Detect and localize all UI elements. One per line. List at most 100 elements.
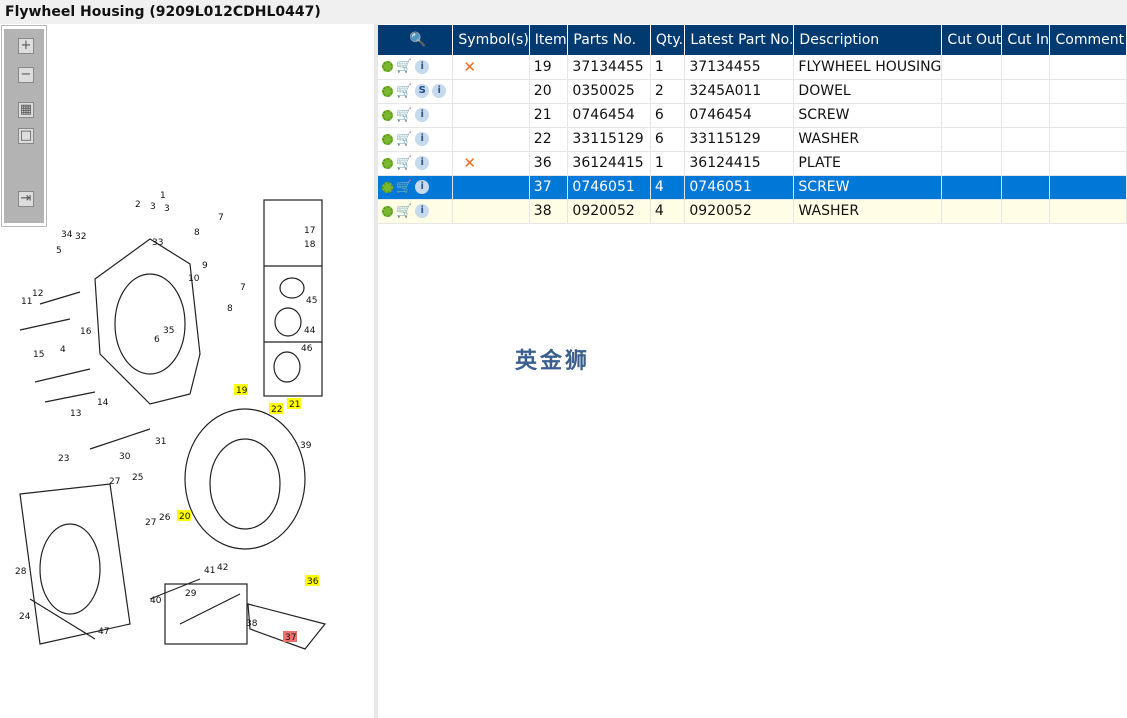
callout-1[interactable]: 1 [160,191,166,201]
callout-28[interactable]: 28 [15,567,27,577]
export-button[interactable]: ⇥ [18,191,34,207]
callout-5[interactable]: 5 [56,246,62,256]
callout-32[interactable]: 32 [75,232,86,242]
callout-34[interactable]: 34 [61,230,73,240]
callout-21[interactable]: 21 [289,400,300,410]
callout-25[interactable]: 25 [132,473,143,483]
column-header[interactable]: Symbol(s) [452,25,530,55]
callout-40[interactable]: 40 [150,596,162,606]
column-header[interactable]: Item [529,25,569,55]
callout-3[interactable]: 3 [164,204,170,214]
callout-12[interactable]: 12 [32,289,43,299]
column-header[interactable]: Cut In [1001,25,1051,55]
info-icon[interactable]: i [415,204,430,218]
callout-19[interactable]: 19 [236,386,248,396]
callout-9[interactable]: 9 [202,261,208,271]
callout-24[interactable]: 24 [19,612,31,622]
search-icon[interactable]: 🔍 [409,32,426,48]
zoom-out-button[interactable]: − [18,67,34,83]
callout-17[interactable]: 17 [304,226,315,236]
callout-38[interactable]: 38 [246,619,258,629]
callout-31[interactable]: 31 [155,437,166,447]
info-icon[interactable]: i [415,59,430,74]
fit-view-button[interactable]: ▦ [18,102,34,118]
callout-6[interactable]: 6 [154,335,160,345]
callout-13[interactable]: 13 [70,409,81,419]
table-row[interactable]: 🛒 i ✕ 36 36124415 1 36124415 PLATE [378,151,1127,176]
gear-icon[interactable] [382,157,393,169]
cart-icon[interactable]: 🛒 [396,204,412,219]
table-row[interactable]: 🛒 i 21 0746454 6 0746454 SCREW [378,103,1127,128]
cart-icon[interactable]: 🛒 [396,132,412,147]
callout-46[interactable]: 46 [301,344,313,354]
callout-18[interactable]: 18 [304,240,316,250]
supersession-icon[interactable]: S [415,84,430,98]
callout-15[interactable]: 15 [33,350,44,360]
callout-29[interactable]: 29 [185,589,197,599]
callout-45[interactable]: 45 [306,296,317,306]
callout-4[interactable]: 4 [60,345,66,355]
callout-37[interactable]: 37 [285,633,296,643]
callout-30[interactable]: 30 [119,452,131,462]
column-header[interactable]: Qty. [650,25,686,55]
gear-icon[interactable] [382,181,393,193]
callout-36[interactable]: 36 [307,577,319,587]
column-header-search[interactable]: 🔍 [378,25,454,55]
info-icon[interactable]: i [415,156,430,170]
callout-8[interactable]: 8 [194,228,200,238]
info-icon[interactable]: i [432,84,447,98]
gear-icon[interactable] [382,109,393,121]
table-row[interactable]: 🛒 Si 20 0350025 2 3245A011 DOWEL [378,79,1127,104]
table-row[interactable]: 🛒 i 37 0746051 4 0746051 SCREW [378,175,1127,200]
callout-26[interactable]: 26 [159,513,171,523]
gear-icon[interactable] [382,205,393,217]
callout-27[interactable]: 27 [109,477,120,487]
cart-icon[interactable]: 🛒 [396,59,412,74]
info-icon[interactable]: i [415,132,430,146]
callout-39[interactable]: 39 [300,441,312,451]
table-row[interactable]: 🛒 i 22 33115129 6 33115129 WASHER [378,127,1127,152]
cart-icon[interactable]: 🛒 [396,108,412,123]
callout-33[interactable]: 33 [152,238,163,248]
callout-3[interactable]: 3 [150,202,156,212]
callout-8[interactable]: 8 [227,304,233,314]
table-row[interactable]: 🛒 i ✕ 19 37134455 1 37134455 FLYWHEEL HOUSING [378,55,1127,80]
callout-2[interactable]: 2 [135,200,141,210]
gear-icon[interactable] [382,85,393,97]
callout-14[interactable]: 14 [97,398,109,408]
zoom-in-button[interactable]: + [18,38,34,54]
callout-35[interactable]: 35 [163,326,174,336]
callout-23[interactable]: 23 [58,454,69,464]
callout-44[interactable]: 44 [304,326,316,336]
callout-22[interactable]: 22 [271,405,282,415]
diagram-panel[interactable]: 1 2 3 3 7 8 34 32 33 17 18 5 9 10 12 7 8 45 11 16 35 6 44 4 46 15… [0,24,375,718]
actual-size-button[interactable]: □ [18,128,34,144]
column-header[interactable]: Latest Part No. [684,25,795,55]
gear-icon[interactable] [382,61,393,73]
callout-42[interactable]: 42 [217,563,228,573]
column-header[interactable]: Comment [1049,25,1127,55]
callout-47[interactable]: 47 [98,627,109,637]
callout-27[interactable]: 27 [145,518,156,528]
callout-7[interactable]: 7 [218,213,224,223]
column-header[interactable]: Description [793,25,943,55]
callout-41[interactable]: 41 [204,566,215,576]
callout-7[interactable]: 7 [240,283,246,293]
cell-item: 21 [529,103,569,128]
cell-item: 38 [529,199,569,224]
column-header[interactable]: Parts No. [567,25,651,55]
cart-icon[interactable]: 🛒 [396,156,412,171]
info-icon[interactable]: i [415,108,430,122]
info-icon[interactable]: i [415,180,430,194]
callout-11[interactable]: 11 [21,297,32,307]
column-header[interactable]: Cut Out [941,25,1003,55]
cut-symbol-icon: ✕ [452,55,530,80]
cart-icon[interactable]: 🛒 [396,180,412,195]
gear-icon[interactable] [382,133,393,145]
exploded-diagram[interactable]: 12 3 37834 3233171859101278451116 356444 4615… [0,24,375,718]
callout-20[interactable]: 20 [179,512,191,522]
cart-icon[interactable]: 🛒 [396,84,412,99]
callout-10[interactable]: 10 [188,274,200,284]
table-row[interactable]: 🛒 i 38 0920052 4 0920052 WASHER [378,199,1127,224]
callout-16[interactable]: 16 [80,327,92,337]
